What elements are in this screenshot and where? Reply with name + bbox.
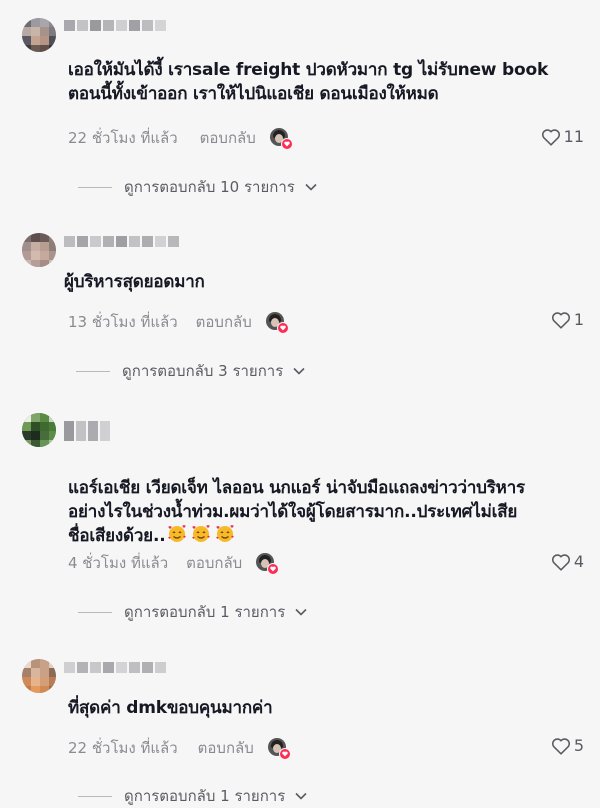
comment-text-body: แอร์เอเชีย เวียดเจ็ท ไลออน นกแอร์ น่าจับ… bbox=[68, 478, 525, 546]
reply-button[interactable]: ตอบกลับ bbox=[196, 310, 252, 334]
view-replies-button[interactable]: ดูการตอบกลับ 3 รายการ bbox=[76, 359, 305, 383]
divider-line bbox=[78, 611, 112, 613]
like-count: 1 bbox=[573, 310, 584, 329]
heart-outline-icon bbox=[551, 737, 570, 755]
view-replies-label: ดูการตอบกลับ 1 รายการ bbox=[124, 603, 286, 621]
divider-line bbox=[78, 795, 112, 797]
like-count: 4 bbox=[573, 552, 584, 571]
comment-time: 22 ชั่วโมง ที่แล้ว bbox=[68, 739, 178, 757]
comment-meta: 4 ชั่วโมง ที่แล้ว ตอบกลับ bbox=[68, 551, 280, 575]
avatar[interactable] bbox=[22, 413, 56, 447]
heart-outline-icon bbox=[541, 128, 560, 146]
reply-button[interactable]: ตอบกลับ bbox=[200, 126, 256, 150]
smiling-face-with-hearts-icon bbox=[192, 525, 211, 542]
chevron-down-icon bbox=[295, 608, 307, 616]
view-replies-label: ดูการตอบกลับ 1 รายการ bbox=[124, 787, 286, 805]
like-count: 11 bbox=[563, 127, 584, 146]
avatar[interactable] bbox=[22, 659, 56, 693]
comment-meta: 22 ชั่วโมง ที่แล้ว ตอบกลับ bbox=[68, 126, 293, 150]
comment-time: 22 ชั่วโมง ที่แล้ว bbox=[68, 129, 178, 147]
heart-outline-icon bbox=[551, 553, 570, 571]
username-blurred[interactable] bbox=[64, 20, 166, 32]
creator-liked-badge-icon bbox=[267, 738, 291, 760]
like-button[interactable]: 1 bbox=[551, 310, 584, 329]
avatar[interactable] bbox=[22, 18, 56, 52]
smiling-face-with-hearts-icon bbox=[168, 525, 187, 542]
chevron-down-icon bbox=[305, 183, 317, 191]
view-replies-button[interactable]: ดูการตอบกลับ 1 รายการ bbox=[78, 600, 307, 624]
comment-text: แอร์เอเชีย เวียดเจ็ท ไลออน นกแอร์ น่าจับ… bbox=[68, 452, 588, 548]
username-blurred[interactable] bbox=[64, 662, 166, 674]
like-count: 5 bbox=[573, 736, 584, 755]
creator-liked-badge-icon bbox=[265, 312, 289, 334]
comment-time: 13 ชั่วโมง ที่แล้ว bbox=[68, 313, 178, 331]
chevron-down-icon bbox=[295, 792, 307, 800]
comment-text: เออให้มันได้งี้ เราsale freight ปวดหัวมา… bbox=[68, 60, 549, 104]
view-replies-label: ดูการตอบกลับ 10 รายการ bbox=[124, 178, 295, 196]
reply-button[interactable]: ตอบกลับ bbox=[186, 551, 242, 575]
view-replies-label: ดูการตอบกลับ 3 รายการ bbox=[122, 362, 284, 380]
divider-line bbox=[76, 370, 110, 372]
creator-liked-badge-icon bbox=[256, 553, 280, 575]
comment-meta: 22 ชั่วโมง ที่แล้ว ตอบกลับ bbox=[68, 736, 291, 760]
avatar[interactable] bbox=[22, 233, 56, 267]
heart-outline-icon bbox=[551, 311, 570, 329]
username-blurred[interactable] bbox=[64, 421, 110, 441]
view-replies-button[interactable]: ดูการตอบกลับ 10 รายการ bbox=[78, 175, 317, 199]
comment-text: ที่สุดค่า dmkขอบคุนมากค่า bbox=[68, 698, 273, 718]
smiling-face-with-hearts-icon bbox=[216, 525, 235, 542]
chevron-down-icon bbox=[293, 367, 305, 375]
reply-button[interactable]: ตอบกลับ bbox=[198, 736, 254, 760]
like-button[interactable]: 4 bbox=[551, 552, 584, 571]
like-button[interactable]: 11 bbox=[541, 127, 584, 146]
comment-text: ผู้บริหารสุดยอดมาก bbox=[64, 272, 205, 292]
creator-liked-badge-icon bbox=[269, 128, 293, 150]
comment-meta: 13 ชั่วโมง ที่แล้ว ตอบกลับ bbox=[68, 310, 289, 334]
like-button[interactable]: 5 bbox=[551, 736, 584, 755]
divider-line bbox=[78, 186, 112, 188]
view-replies-button[interactable]: ดูการตอบกลับ 1 รายการ bbox=[78, 784, 307, 808]
comment-time: 4 ชั่วโมง ที่แล้ว bbox=[68, 554, 169, 572]
username-blurred[interactable] bbox=[64, 236, 179, 248]
